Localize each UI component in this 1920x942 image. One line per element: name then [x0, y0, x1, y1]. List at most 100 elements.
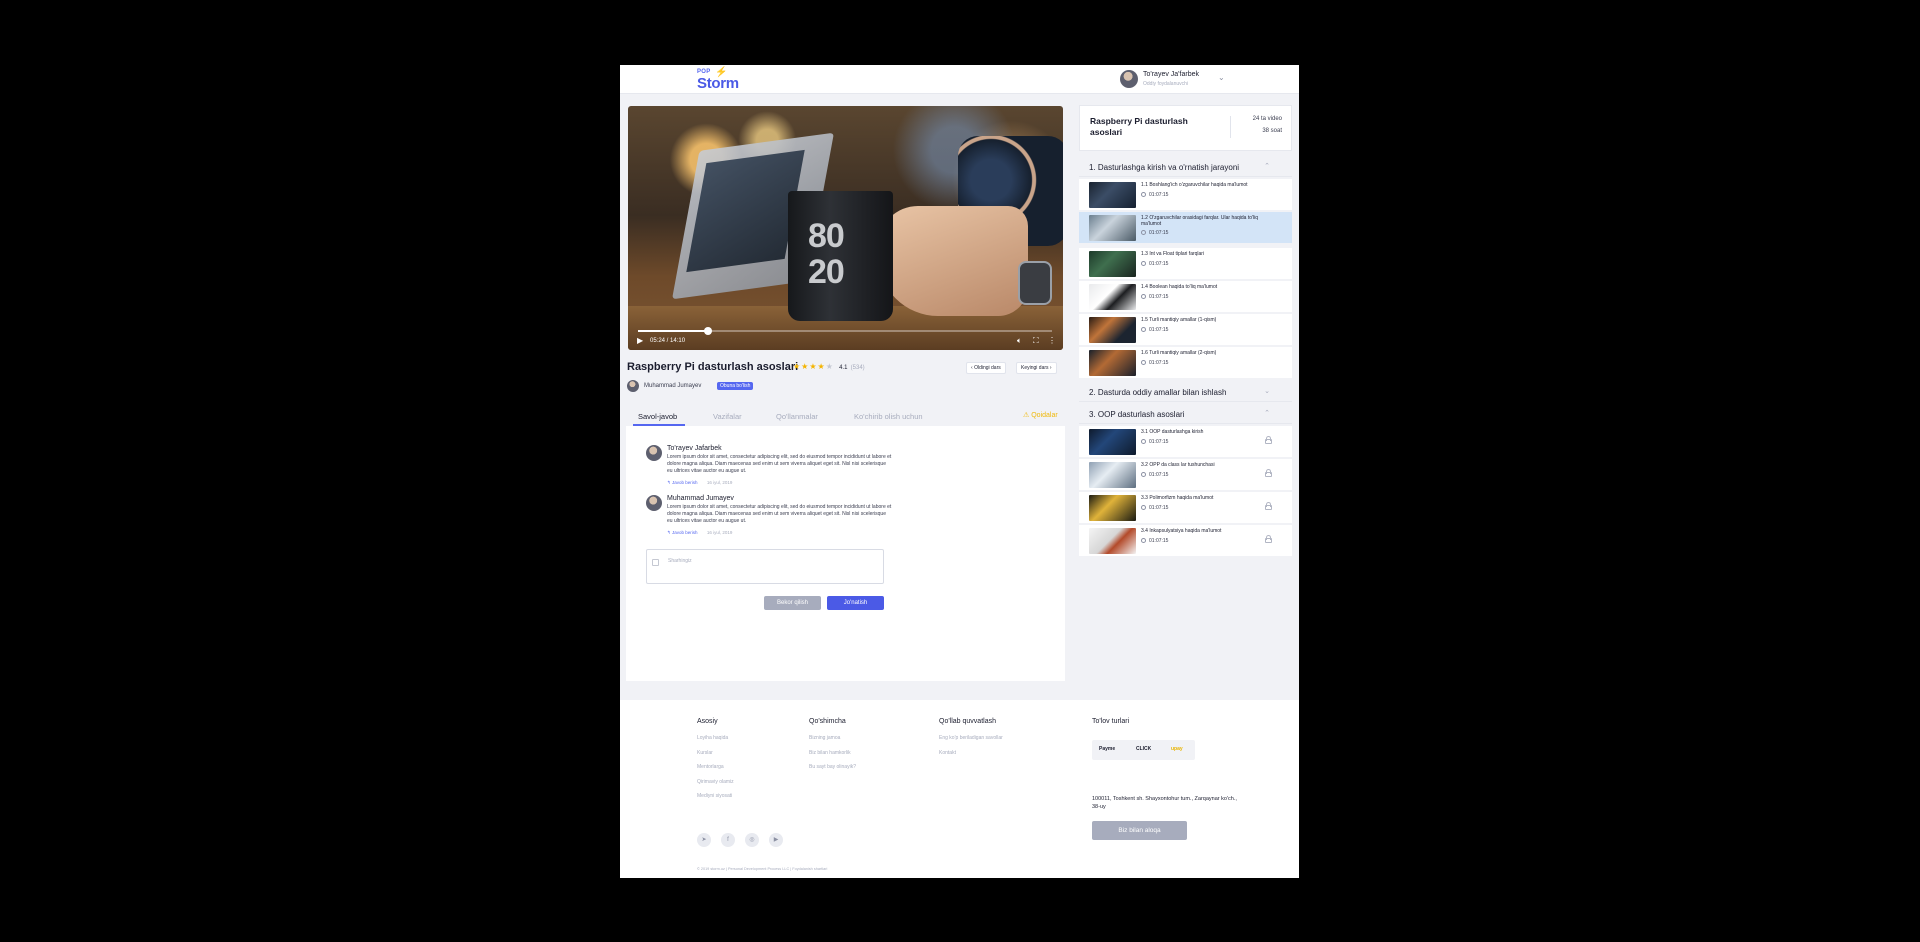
prev-lesson-button[interactable]: ‹ Oldingi dars — [966, 362, 1006, 374]
copyright: © 2019 storm.uz | Personal Development P… — [697, 867, 828, 871]
telegram-icon[interactable]: ➤ — [697, 833, 711, 847]
comment-author: Muhammad Jumayev — [667, 495, 734, 502]
lesson-item[interactable]: 3.1 OOP dasturlashga kirish 01:07:15 — [1079, 426, 1292, 457]
upay-logo: upay — [1171, 746, 1183, 752]
footer-col-main: Asosiy Loyiha haqida Kurslar Mentorlarga… — [697, 718, 734, 808]
clock-icon — [1141, 294, 1146, 299]
footer-link[interactable]: Biz bilan hamkorlik — [809, 750, 856, 765]
cancel-button[interactable]: Bekor qilish — [764, 596, 821, 610]
lesson-item[interactable]: 1.5 Turli mantiqiy amallar (1-qism) 01:07… — [1079, 314, 1292, 345]
lesson-item[interactable]: 1.2 O'zgaruvchilar orasidagi farqlar. Ul… — [1079, 212, 1292, 243]
chevron-up-icon[interactable]: ⌃ — [1264, 162, 1270, 170]
youtube-icon[interactable]: ▶ — [769, 833, 783, 847]
chevron-down-icon[interactable]: ⌄ — [1264, 387, 1270, 395]
footer-link[interactable]: Mentorlarga — [697, 764, 734, 779]
lesson-thumbnail — [1089, 215, 1136, 241]
page: POP ⚡ Storm To'rayev Ja'farbek Oddiy foy… — [620, 65, 1299, 878]
contact-button[interactable]: Biz bilan aloqa — [1092, 821, 1187, 840]
author-name[interactable]: Muhammad Jumayev — [644, 383, 701, 389]
footer-link[interactable]: Bu sayt bay olinayik? — [809, 764, 856, 779]
lesson-item[interactable]: 1.4 Boolean haqida to'liq ma'lumot 01:07:… — [1079, 281, 1292, 312]
star-icon: ★ — [825, 362, 834, 371]
tab-bar: Savol-javob Vazifalar Qo'llanmalar Ko'ch… — [626, 409, 1065, 426]
curriculum-section[interactable]: 2. Dasturda oddiy amallar bilan ishlash ⌄ — [1079, 382, 1292, 402]
lock-icon — [1265, 436, 1272, 444]
lesson-title: 3.2 OPP da class lar tushunchasi — [1141, 462, 1215, 468]
tab-qa[interactable]: Savol-javob — [638, 412, 677, 421]
lesson-title: 1.4 Boolean haqida to'liq ma'lumot — [1141, 284, 1218, 290]
footer-link[interactable]: Mediyni siyosati — [697, 793, 734, 808]
lesson-title: 1.1 Boshlang'ich o'zgaruvchilar haqida m… — [1141, 182, 1248, 188]
next-lesson-button[interactable]: Keyingi dars › — [1016, 362, 1057, 374]
lock-icon — [1265, 469, 1272, 477]
lesson-title: 3.3 Polimorfizm haqida ma'lumot — [1141, 495, 1214, 501]
comment-author: To'rayev Jafarbek — [667, 445, 722, 452]
lesson-item[interactable]: 3.2 OPP da class lar tushunchasi 01:07:15 — [1079, 459, 1292, 490]
user-menu[interactable]: To'rayev Ja'farbek Oddiy foydalanuvchi ⌄ — [1120, 69, 1230, 90]
prev-lesson-label: Oldingi dars — [974, 365, 1001, 371]
attach-checkbox[interactable] — [652, 559, 659, 566]
lesson-duration-text: 01:07:15 — [1149, 192, 1169, 198]
comment-input[interactable]: Sharhingiz — [646, 549, 884, 584]
footer-link[interactable]: Kurslar — [697, 750, 734, 765]
clock-icon — [1141, 192, 1146, 197]
curriculum-section[interactable]: 1. Dasturlashga kirish va o'rnatish jara… — [1079, 157, 1292, 177]
lesson-item[interactable]: 1.3 Int va Float tiplari farqlari 01:07:1… — [1079, 248, 1292, 279]
lesson-duration: 01:07:15 — [1141, 472, 1168, 478]
lesson-thumbnail — [1089, 462, 1136, 488]
lesson-duration-text: 01:07:15 — [1149, 472, 1169, 478]
video-progress-bar[interactable] — [638, 327, 1052, 335]
lesson-duration: 01:07:15 — [1141, 261, 1168, 267]
tab-guides[interactable]: Qo'llanmalar — [776, 412, 818, 421]
rules-link[interactable]: ⚠ Qoidalar — [1023, 411, 1058, 419]
lesson-duration: 01:07:15 — [1141, 230, 1168, 236]
logo[interactable]: POP ⚡ Storm — [697, 67, 757, 92]
footer-heading: Qo'llab quvvatlash — [939, 718, 996, 725]
lesson-item[interactable]: 1.1 Boshlang'ich o'zgaruvchilar haqida m… — [1079, 179, 1292, 210]
footer-link[interactable]: Qirimaviy olamiz — [697, 779, 734, 794]
footer-heading: Asosiy — [697, 718, 718, 725]
footer-heading: To'lov turlari — [1092, 718, 1130, 725]
lesson-thumbnail — [1089, 495, 1136, 521]
lesson-item[interactable]: 1.6 Turli mantiqiy amallar (2-qism) 01:07… — [1079, 347, 1292, 378]
chevron-up-icon[interactable]: ⌃ — [1264, 409, 1270, 417]
chevron-down-icon[interactable]: ⌄ — [1218, 73, 1225, 82]
lesson-item[interactable]: 3.3 Polimorfizm haqida ma'lumot 01:07:15 — [1079, 492, 1292, 523]
lesson-item[interactable]: 3.4 Inkapsulyatsiya haqida ma'lumot 01:07… — [1079, 525, 1292, 556]
address: 100011, Toshkent sh. Shayxontohur tum., … — [1092, 796, 1237, 810]
clock-icon — [1141, 230, 1146, 235]
curriculum-section[interactable]: 3. OOP dasturlash asoslari ⌃ — [1079, 404, 1292, 424]
user-role: Oddiy foydalanuvchi — [1143, 81, 1189, 87]
facebook-icon[interactable]: f — [721, 833, 735, 847]
lesson-duration-text: 01:07:15 — [1149, 360, 1169, 366]
instagram-icon[interactable]: ◎ — [745, 833, 759, 847]
footer-link[interactable]: Loyiha haqida — [697, 735, 734, 750]
tab-download[interactable]: Ko'chirib olish uchun — [854, 412, 923, 421]
comment-date: 16 iyul, 2019 — [706, 480, 733, 485]
footer-link[interactable]: Eng ko'p beriladigan savollar — [939, 735, 1003, 750]
footer-link[interactable]: Bizning jamoa — [809, 735, 856, 750]
video-progress-played — [638, 330, 709, 332]
volume-icon[interactable]: 🔈︎ — [1017, 336, 1022, 346]
fullscreen-icon[interactable]: ⛶ — [1033, 336, 1039, 346]
lesson-title: 1.2 O'zgaruvchilar orasidagi farqlar. Ul… — [1141, 215, 1258, 227]
lesson-duration-text: 01:07:15 — [1149, 538, 1169, 544]
clock-icon — [1141, 538, 1146, 543]
lesson-duration-text: 01:07:15 — [1149, 505, 1169, 511]
video-player[interactable]: 80 20 ▶ 05:24 / 14:10 🔈︎ ⛶ ⋮ — [628, 106, 1063, 350]
clock-icon — [1141, 261, 1146, 266]
lock-icon — [1265, 502, 1272, 510]
payme-logo: Payme — [1099, 746, 1116, 752]
subscribe-button[interactable]: Obuna bo'lish — [717, 382, 754, 390]
footer-link[interactable]: Kontakt — [939, 750, 1003, 765]
reply-button[interactable]: ↰ Javob berish — [667, 480, 698, 485]
lesson-duration: 01:07:15 — [1141, 538, 1168, 544]
tab-tasks[interactable]: Vazifalar — [713, 412, 742, 421]
comment-date: 16 iyul, 2019 — [706, 530, 733, 535]
play-icon[interactable]: ▶ — [637, 336, 643, 345]
more-options-icon[interactable]: ⋮ — [1048, 336, 1056, 345]
submit-button[interactable]: Jo'natish — [827, 596, 884, 610]
rating-count: (534) — [850, 365, 865, 371]
lesson-duration: 01:07:15 — [1141, 439, 1168, 445]
reply-button[interactable]: ↰ Javob berish — [667, 530, 698, 535]
